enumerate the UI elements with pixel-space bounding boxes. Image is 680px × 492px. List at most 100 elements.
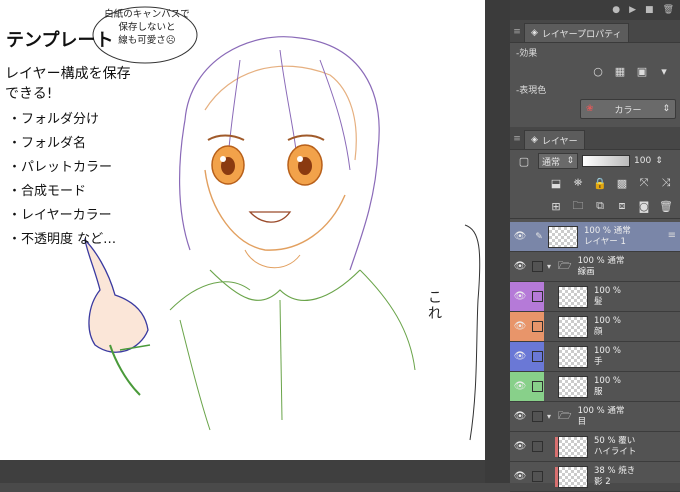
new-folder-icon[interactable]: 🗀 — [568, 197, 588, 215]
folder-row[interactable]: 👁 ▾ 🗁 100 % 通常 線画 — [510, 252, 680, 282]
mask-enable-icon[interactable]: ⤧ — [634, 174, 654, 192]
trash-icon[interactable]: 🗑 — [663, 5, 674, 15]
layer-thumbnail — [558, 375, 588, 398]
canvas-note: 白紙のキャンバスで 保存しないと 線も可愛さ☹ — [104, 8, 190, 47]
lock-toggle[interactable] — [530, 342, 544, 371]
chevron-down-icon[interactable]: ▾ — [654, 62, 674, 80]
layer-color-icon[interactable]: ▣ — [632, 62, 652, 80]
clip-icon[interactable]: ⬓ — [546, 174, 566, 192]
pen-icon: ✎ — [535, 231, 543, 242]
layer-info: 100 % 通常 — [577, 255, 625, 266]
layer-menu-icon[interactable]: ≡ — [668, 230, 676, 241]
eye-icon[interactable]: 👁 — [510, 402, 530, 431]
blend-row: ▢ 通常 ⇕ 100 ⇕ — [510, 150, 680, 172]
layer-thumbnail — [548, 225, 578, 248]
tab-layer-property[interactable]: ◈ レイヤープロパティ — [524, 23, 629, 42]
expression-color-label: -表現色 — [516, 86, 547, 96]
layer-info: 100 % — [594, 315, 622, 326]
note-line-1: 白紙のキャンバスで — [104, 9, 190, 20]
layer-info: 38 % 焼き — [594, 465, 636, 476]
mask-icon[interactable]: ◙ — [634, 197, 654, 215]
hair-outline — [184, 36, 380, 271]
right-panel: ● ▶ ■ 🗑 ≡ ◈ レイヤープロパティ -効果 ○ ▦ ▣ ▾ -表現色 ❀… — [510, 0, 680, 492]
layer-row[interactable]: 👁 100 % 手 — [510, 342, 680, 372]
eye-icon[interactable]: 👁 — [510, 432, 530, 461]
dropdown-arrow-icon: ⇕ — [566, 156, 574, 166]
collar — [209, 269, 361, 301]
stop-icon[interactable]: ■ — [645, 5, 654, 15]
layer-row[interactable]: 👁 50 % 覆い ハイライト — [510, 432, 680, 462]
eye-icon[interactable]: 👁 — [510, 372, 530, 401]
layer-name: ハイライト — [594, 446, 637, 457]
eye-icon[interactable]: 👁 — [510, 312, 530, 341]
lock-icon[interactable]: 🔒 — [590, 174, 610, 192]
lock-transparency-icon[interactable]: ▩ — [612, 174, 632, 192]
layer-info: 50 % 覆い — [594, 435, 636, 446]
layer-row[interactable]: 👁 100 % 髪 — [510, 282, 680, 312]
opacity-value: 100 — [634, 156, 652, 166]
layer-info: 100 % 通常 — [577, 405, 625, 416]
expression-color-select[interactable]: ❀ カラー ⇕ — [580, 99, 676, 119]
folder-row[interactable]: 👁 ▾ 🗁 100 % 通常目 — [510, 402, 680, 432]
lock-toggle[interactable] — [530, 462, 544, 491]
color-wheel-icon: ❀ — [586, 104, 594, 114]
border-effect-icon[interactable]: ○ — [588, 62, 608, 80]
blend-mode-select[interactable]: 通常 ⇕ — [538, 153, 578, 169]
chevron-down-icon[interactable]: ▾ — [544, 412, 554, 421]
layer-lock-toolbar: ⬓ ⛯ 🔒 ▩ ⤧ ⤨ — [510, 172, 680, 194]
eye-icon[interactable]: 👁 — [510, 282, 530, 311]
eye-icon[interactable]: 👁 — [510, 462, 530, 491]
layer-info: 100 % 通常 — [584, 225, 631, 236]
tone-effect-icon[interactable]: ▦ — [610, 62, 630, 80]
layer-info: 100 % — [594, 345, 622, 356]
eye-icon[interactable]: 👁 — [510, 252, 530, 281]
bullet-list: ・フォルダ分け ・フォルダ名 ・パレットカラー ・合成モード ・レイヤーカラー … — [8, 108, 116, 252]
heading-line-1: レイヤー構成を保存 — [5, 66, 131, 82]
bullet-item: ・合成モード — [8, 184, 87, 199]
copy-layer-icon[interactable]: ⧉ — [590, 197, 610, 215]
mouth — [248, 211, 292, 223]
layer-thumbnail — [558, 315, 588, 338]
merge-down-icon[interactable]: ⧈ — [612, 197, 632, 215]
drawing-canvas[interactable]: テンプレート 白紙のキャンバスで 保存しないと 線も可愛さ☹ レイヤー構成を保存… — [0, 0, 485, 460]
menu-icon[interactable]: ≡ — [510, 22, 524, 42]
lock-toggle[interactable] — [530, 252, 544, 281]
layer-list: 👁 ✎ 100 % 通常 レイヤー 1 ≡ 👁 ▾ 🗁 100 % 通常 線画 👁 … — [510, 222, 680, 492]
canvas-heading: レイヤー構成を保存 できる! — [5, 64, 131, 104]
lock-toggle[interactable] — [530, 312, 544, 341]
reference-icon[interactable]: ⛯ — [568, 174, 588, 192]
chevron-down-icon[interactable]: ▾ — [544, 262, 554, 271]
trash-icon[interactable]: 🗑 — [656, 197, 676, 215]
layer-name: 目 — [577, 416, 587, 427]
lock-toggle[interactable] — [530, 432, 544, 461]
bullet-item: ・レイヤーカラー — [8, 208, 112, 223]
layer-name: 顔 — [594, 326, 603, 337]
eye-icon[interactable]: 👁 — [510, 342, 530, 371]
layer-row[interactable]: 👁 100 % 服 — [510, 372, 680, 402]
lock-toggle[interactable] — [530, 372, 544, 401]
horizontal-scrollbar[interactable] — [0, 460, 485, 483]
dropdown-arrow-icon: ⇕ — [662, 104, 670, 114]
record-icon[interactable]: ● — [612, 5, 620, 15]
opacity-slider[interactable] — [582, 155, 630, 167]
layer-row[interactable]: 👁 ✎ 100 % 通常 レイヤー 1 ≡ — [510, 222, 680, 252]
menu-icon[interactable]: ≡ — [510, 129, 524, 149]
lock-toggle[interactable] — [530, 402, 544, 431]
vertical-scrollbar[interactable] — [485, 0, 510, 483]
layer-row[interactable]: 👁 100 % 顔 — [510, 312, 680, 342]
layer-info: 100 % — [594, 375, 622, 386]
opacity-stepper-icon[interactable]: ⇕ — [655, 156, 663, 166]
mask-range-icon[interactable]: ⤨ — [656, 174, 676, 192]
expression-color-value: カラー — [614, 105, 642, 116]
layer-name: レイヤー 1 — [584, 236, 626, 247]
new-raster-layer-icon[interactable]: ⊞ — [546, 197, 566, 215]
play-icon[interactable]: ▶ — [629, 5, 636, 15]
folder-icon: 🗁 — [558, 259, 572, 272]
lock-toggle[interactable] — [530, 282, 544, 311]
canvas-area[interactable]: テンプレート 白紙のキャンバスで 保存しないと 線も可愛さ☹ レイヤー構成を保存… — [0, 0, 485, 483]
side-note: これ — [428, 290, 442, 322]
layer-frame-icon[interactable]: ▢ — [514, 152, 534, 170]
eye-icon[interactable]: 👁 — [510, 222, 530, 251]
layer-row[interactable]: 👁 38 % 焼き影 2 — [510, 462, 680, 492]
tab-layer[interactable]: ◈ レイヤー — [524, 130, 585, 149]
